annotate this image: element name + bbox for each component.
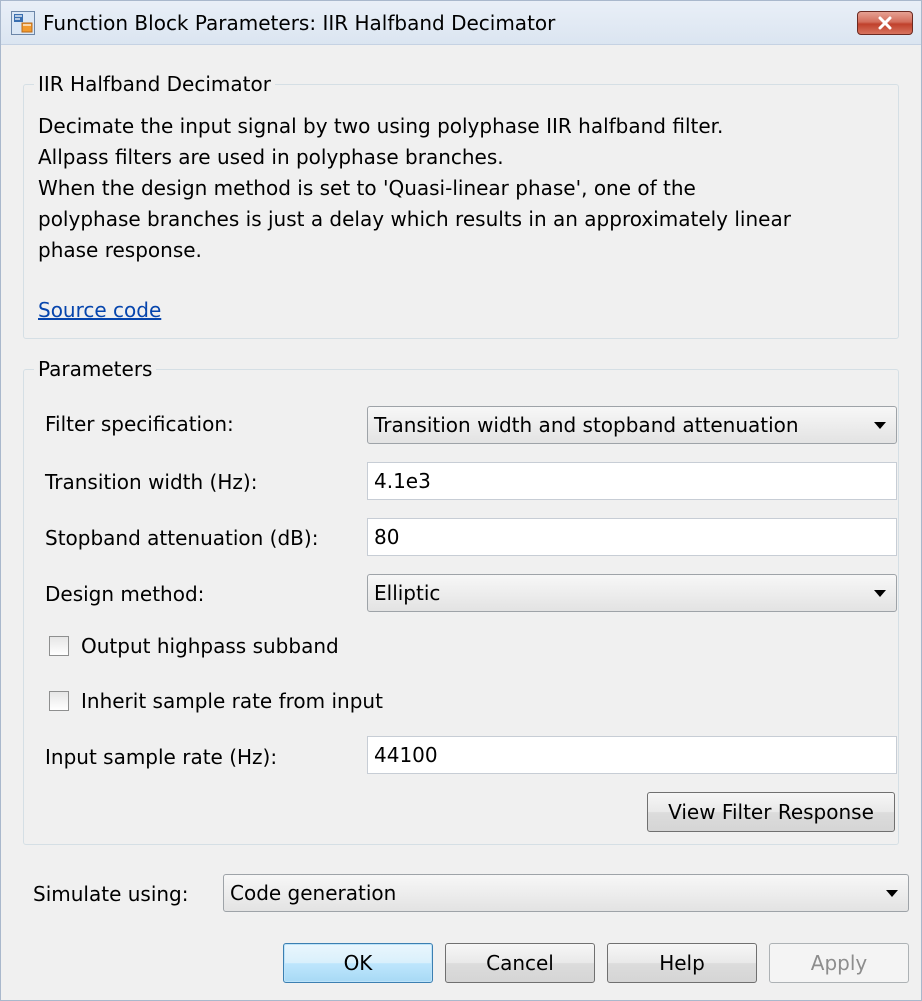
chevron-down-icon xyxy=(874,590,886,597)
help-button[interactable]: Help xyxy=(607,943,757,983)
filter-spec-label: Filter specification: xyxy=(45,412,234,436)
ok-button[interactable]: OK xyxy=(283,943,433,983)
window-title: Function Block Parameters: IIR Halfband … xyxy=(43,11,556,35)
close-button[interactable] xyxy=(857,11,913,35)
filter-spec-value: Transition width and stopband attenuatio… xyxy=(374,413,799,437)
input-sample-rate-field[interactable]: 44100 xyxy=(367,736,897,774)
design-method-dropdown[interactable]: Elliptic xyxy=(367,574,897,612)
description-line: When the design method is set to 'Quasi-… xyxy=(38,176,696,200)
simulate-using-label: Simulate using: xyxy=(33,882,189,906)
inherit-sample-rate-checkbox[interactable] xyxy=(49,691,69,711)
simulate-using-dropdown[interactable]: Code generation xyxy=(223,874,909,912)
source-code-link[interactable]: Source code xyxy=(38,297,161,323)
transition-width-field[interactable]: 4.1e3 xyxy=(367,462,897,500)
filter-spec-dropdown[interactable]: Transition width and stopband attenuatio… xyxy=(367,406,897,444)
design-method-label: Design method: xyxy=(45,582,205,606)
transition-width-label: Transition width (Hz): xyxy=(45,470,258,494)
chevron-down-icon xyxy=(874,422,886,429)
output-highpass-checkbox[interactable] xyxy=(49,636,69,656)
stopband-attenuation-label: Stopband attenuation (dB): xyxy=(45,526,319,550)
description-line: Decimate the input signal by two using p… xyxy=(38,114,724,138)
description-line: polyphase branches is just a delay which… xyxy=(38,207,791,231)
block-description: Decimate the input signal by two using p… xyxy=(38,111,898,266)
simulate-using-value: Code generation xyxy=(230,881,397,905)
parameters-legend: Parameters xyxy=(34,356,157,382)
close-x-icon xyxy=(878,16,892,30)
stopband-attenuation-field[interactable]: 80 xyxy=(367,518,897,556)
design-method-value: Elliptic xyxy=(374,581,441,605)
block-description-group: IIR Halfband Decimator Decimate the inpu… xyxy=(23,71,899,339)
view-filter-response-button[interactable]: View Filter Response xyxy=(647,792,895,832)
title-bar[interactable]: Function Block Parameters: IIR Halfband … xyxy=(1,1,921,45)
simulink-block-icon xyxy=(11,11,35,35)
inherit-sample-rate-label[interactable]: Inherit sample rate from input xyxy=(81,688,383,714)
input-sample-rate-label: Input sample rate (Hz): xyxy=(45,745,278,769)
description-line: phase response. xyxy=(38,238,202,262)
description-line: Allpass filters are used in polyphase br… xyxy=(38,145,504,169)
output-highpass-label[interactable]: Output highpass subband xyxy=(81,633,339,659)
dialog-window: Function Block Parameters: IIR Halfband … xyxy=(0,0,922,1001)
block-name-legend: IIR Halfband Decimator xyxy=(34,71,275,97)
apply-button[interactable]: Apply xyxy=(769,943,909,983)
cancel-button[interactable]: Cancel xyxy=(445,943,595,983)
chevron-down-icon xyxy=(886,890,898,897)
